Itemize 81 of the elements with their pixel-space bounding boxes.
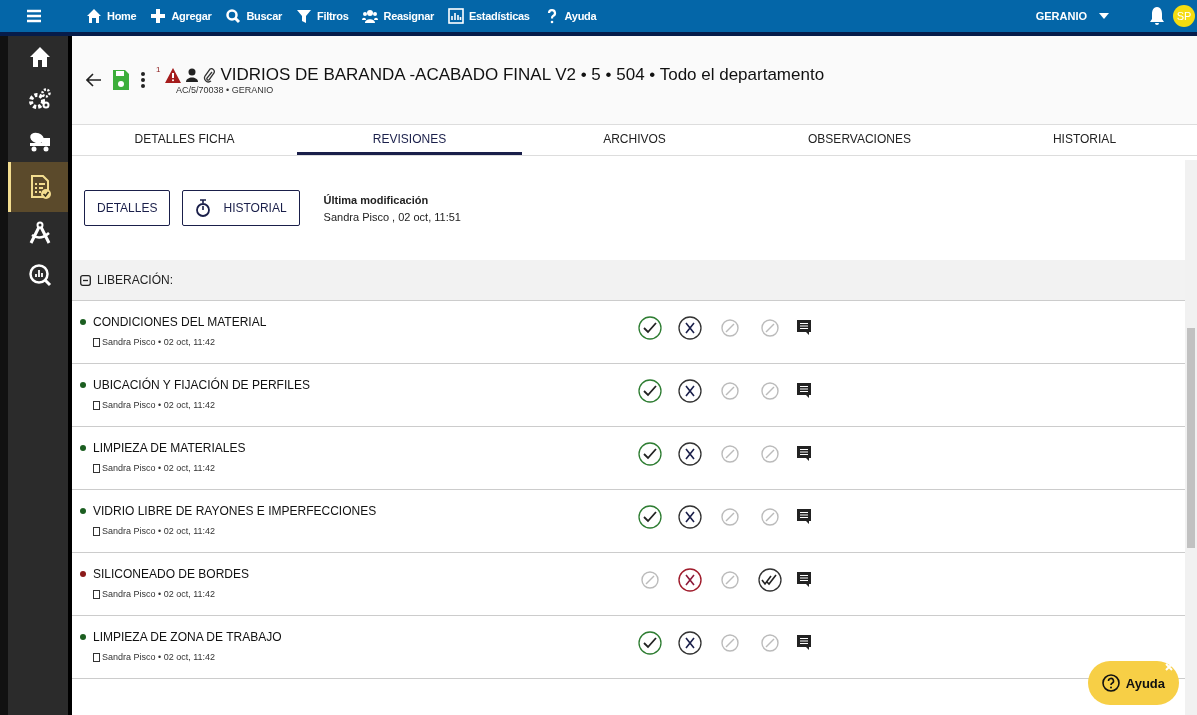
save-icon[interactable] bbox=[112, 69, 130, 91]
comment-icon[interactable] bbox=[797, 446, 811, 462]
check-item-meta: Sandra Pisco • 02 oct, 11:42 bbox=[102, 526, 216, 536]
check-item-meta: Sandra Pisco • 02 oct, 11:42 bbox=[102, 652, 216, 662]
home-icon bbox=[86, 8, 102, 24]
tab[interactable]: HISTORIAL bbox=[972, 125, 1197, 155]
device-icon bbox=[93, 589, 100, 599]
check-item-title: UBICACIÓN Y FIJACIÓN DE PERFILES bbox=[93, 378, 310, 392]
collapse-icon[interactable] bbox=[80, 274, 91, 286]
check-item-title: SILICONEADO DE BORDES bbox=[93, 567, 250, 581]
sidebar-item[interactable] bbox=[8, 162, 68, 212]
gears-icon bbox=[27, 87, 52, 111]
device-icon bbox=[93, 400, 100, 410]
bell-icon[interactable] bbox=[1149, 6, 1165, 26]
x-circle-icon[interactable] bbox=[677, 630, 703, 656]
back-arrow-icon[interactable] bbox=[86, 73, 102, 87]
caret-icon bbox=[1099, 13, 1109, 19]
people-icon bbox=[362, 8, 379, 24]
stopwatch-icon bbox=[195, 199, 212, 217]
section-title: LIBERACIÓN: bbox=[97, 273, 174, 287]
more-icon[interactable] bbox=[140, 71, 146, 89]
check-item-title: LIMPIEZA DE MATERIALES bbox=[93, 441, 246, 455]
person-icon bbox=[186, 68, 199, 82]
help-button[interactable]: Ayuda bbox=[1087, 661, 1179, 705]
menu-item[interactable]: Estadísticas bbox=[448, 8, 530, 24]
record-title: VIDRIOS DE BARANDA -ACABADO FINAL V2 • 5 • 504 • Todo el departamento bbox=[220, 65, 825, 85]
magnifier-chart-icon bbox=[27, 263, 52, 287]
comment-icon[interactable] bbox=[797, 509, 811, 525]
menu-item[interactable]: Reasignar bbox=[362, 8, 434, 24]
check-item-meta: Sandra Pisco • 02 oct, 11:42 bbox=[102, 463, 216, 473]
check-circle-icon[interactable] bbox=[637, 315, 663, 341]
check-item-title: VIDRIO LIBRE DE RAYONES E IMPERFECCIONES bbox=[93, 504, 377, 518]
check-circle-icon[interactable] bbox=[637, 378, 663, 404]
check-circle-icon[interactable] bbox=[637, 441, 663, 467]
menu-item[interactable]: Home bbox=[86, 8, 137, 24]
menu-item[interactable]: Agregar bbox=[150, 8, 212, 24]
question-circle-icon bbox=[1101, 674, 1120, 692]
menu-icon[interactable] bbox=[26, 9, 42, 23]
check-item-meta: Sandra Pisco • 02 oct, 11:42 bbox=[102, 337, 216, 347]
filter-icon bbox=[295, 8, 312, 24]
x-circle-icon[interactable] bbox=[677, 504, 703, 530]
comment-icon[interactable] bbox=[797, 320, 811, 336]
x-circle-icon[interactable] bbox=[677, 567, 703, 593]
record-subtitle: AC/5/70038 • GERANIO bbox=[176, 85, 275, 95]
menu-item[interactable]: Buscar bbox=[225, 8, 282, 24]
menu-item[interactable]: Ayuda bbox=[543, 8, 597, 24]
project-dropdown[interactable]: GERANIO bbox=[1029, 9, 1115, 23]
compass-icon bbox=[27, 221, 52, 245]
check-item-title: CONDICIONES DEL MATERIAL bbox=[93, 315, 267, 329]
last-modified-value: Sandra Pisco , 02 oct, 11:51 bbox=[323, 210, 461, 223]
double-check-icon[interactable] bbox=[757, 567, 783, 593]
history-button[interactable]: HISTORIAL bbox=[182, 190, 300, 226]
device-icon bbox=[93, 526, 100, 536]
device-icon bbox=[93, 337, 100, 347]
tab[interactable]: ARCHIVOS bbox=[522, 125, 747, 155]
alert-count: 1 bbox=[156, 65, 161, 74]
comment-icon[interactable] bbox=[797, 383, 811, 399]
comment-icon[interactable] bbox=[797, 635, 811, 651]
paperclip-icon bbox=[203, 67, 216, 83]
details-button[interactable]: DETALLES bbox=[84, 190, 171, 226]
check-item-title: LIMPIEZA DE ZONA DE TRABAJO bbox=[93, 630, 282, 644]
search-icon bbox=[225, 8, 242, 24]
tab[interactable]: REVISIONES bbox=[297, 125, 522, 155]
check-item-meta: Sandra Pisco • 02 oct, 11:42 bbox=[102, 589, 216, 599]
last-modified-label: Última modificación bbox=[323, 193, 430, 206]
tab[interactable]: DETALLES FICHA bbox=[72, 125, 297, 155]
menu-item[interactable]: Filtros bbox=[295, 8, 349, 24]
device-icon bbox=[93, 463, 100, 473]
x-circle-icon[interactable] bbox=[677, 315, 703, 341]
check-circle-icon[interactable] bbox=[637, 504, 663, 530]
check-circle-icon[interactable] bbox=[637, 630, 663, 656]
plus-icon bbox=[150, 8, 167, 24]
tab[interactable]: OBSERVACIONES bbox=[747, 125, 972, 155]
x-circle-icon[interactable] bbox=[677, 441, 703, 467]
warning-icon bbox=[165, 67, 182, 83]
check-item-meta: Sandra Pisco • 02 oct, 11:42 bbox=[102, 400, 216, 410]
device-icon bbox=[93, 652, 100, 662]
scrollbar-thumb[interactable] bbox=[1187, 328, 1195, 548]
bar-chart-icon bbox=[448, 8, 464, 24]
comment-icon[interactable] bbox=[797, 572, 811, 588]
x-circle-icon[interactable] bbox=[677, 378, 703, 404]
